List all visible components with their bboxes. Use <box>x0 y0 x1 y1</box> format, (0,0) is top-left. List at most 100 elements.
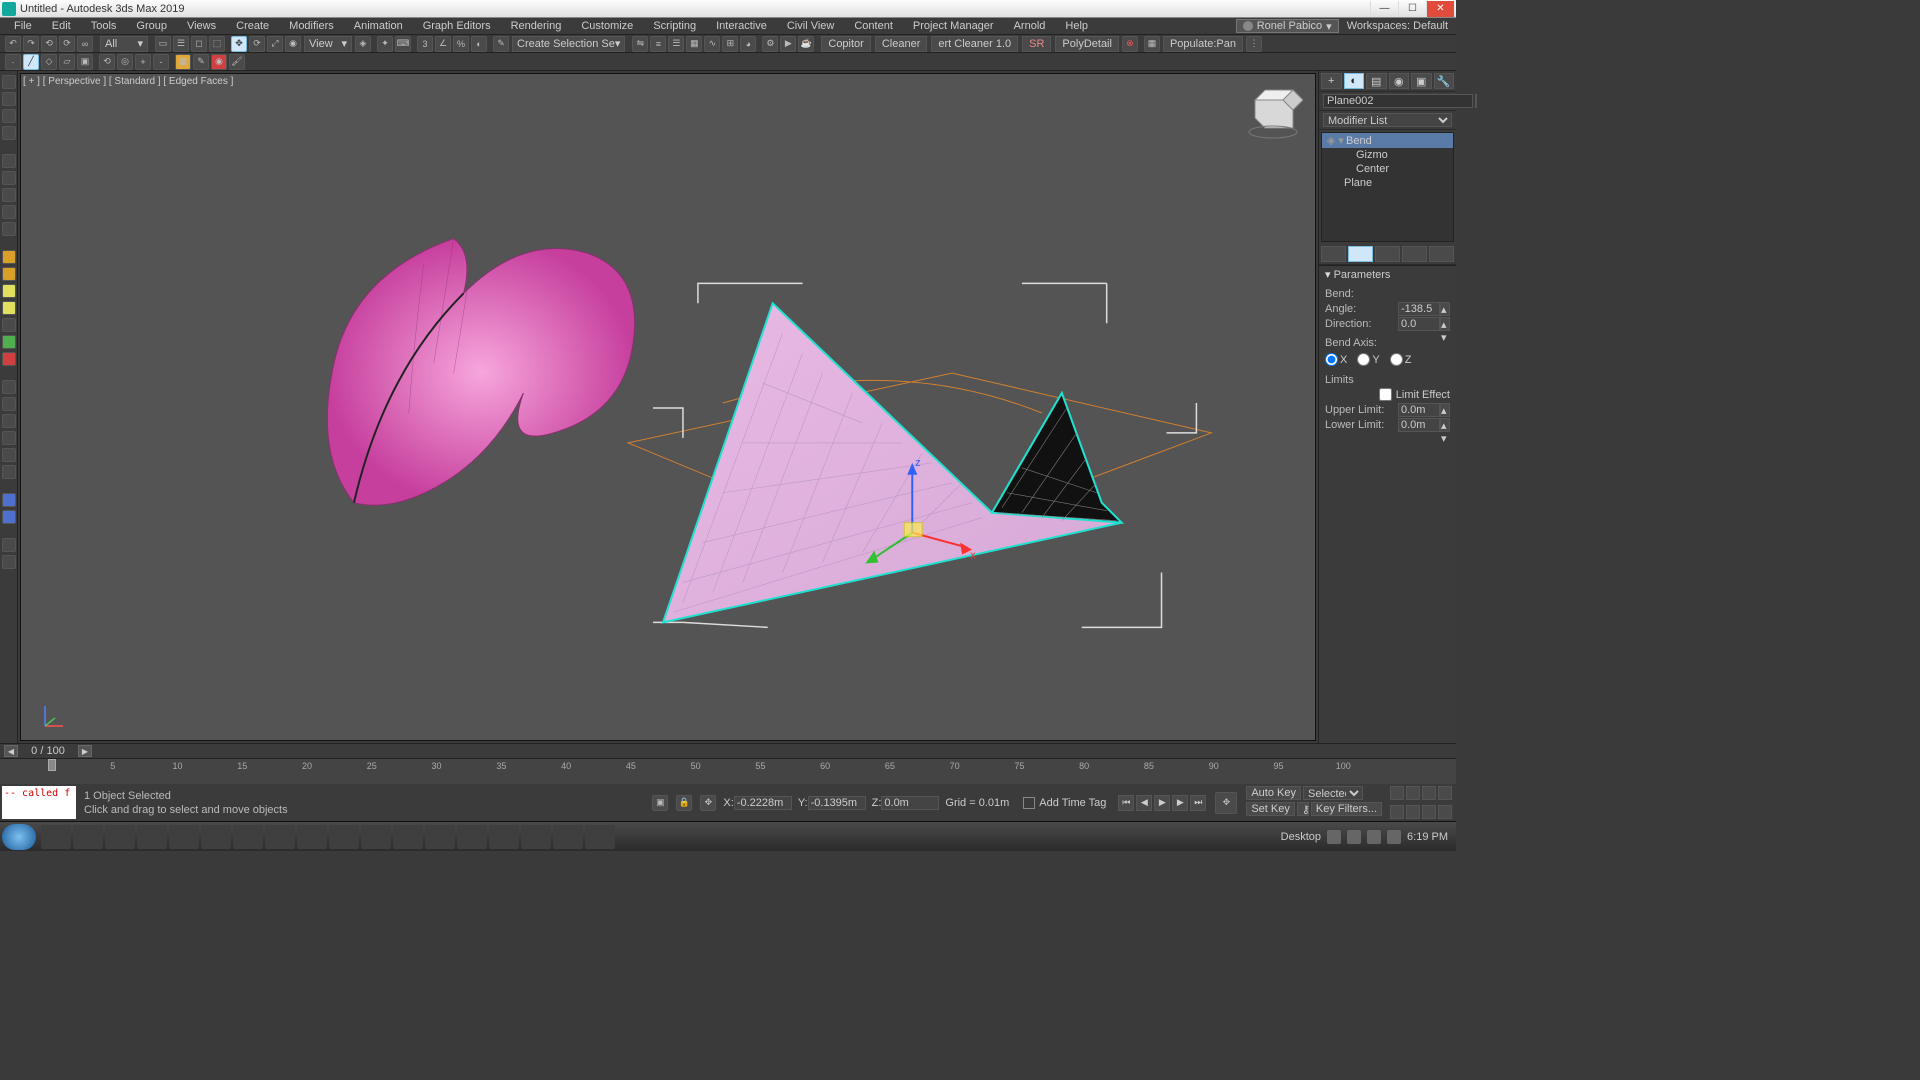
taskbar-app-7[interactable] <box>233 825 263 849</box>
menu-content[interactable]: Content <box>844 18 903 34</box>
fov-button[interactable] <box>1422 805 1436 819</box>
object-name-field[interactable] <box>1323 94 1473 108</box>
poly-element-button[interactable]: ▣ <box>77 54 93 70</box>
material-editor-button[interactable]: ◕ <box>740 36 756 52</box>
poly-edge-button[interactable]: ╱ <box>23 54 39 70</box>
shrink-button[interactable]: - <box>153 54 169 70</box>
populate-icon[interactable]: ▦ <box>1144 36 1160 52</box>
set-key-button[interactable]: Set Key <box>1246 802 1295 816</box>
angle-field[interactable] <box>1398 302 1440 316</box>
manipulate-button[interactable]: ✦ <box>377 36 393 52</box>
taskbar-app-18[interactable] <box>585 825 615 849</box>
selection-button[interactable]: ◉ <box>211 54 227 70</box>
pivot-center-button[interactable]: ◈ <box>355 36 371 52</box>
upper-limit-field[interactable] <box>1398 403 1440 417</box>
desktop-label[interactable]: Desktop <box>1281 831 1321 843</box>
redo-button[interactable]: ↷ <box>23 36 39 52</box>
left-btn-ngon[interactable] <box>2 448 16 462</box>
x-coord-field[interactable] <box>734 796 792 810</box>
left-btn-camera[interactable] <box>2 538 16 552</box>
taskbar-app-17[interactable] <box>553 825 583 849</box>
script-sr[interactable]: SR <box>1022 36 1051 52</box>
percent-snap-button[interactable]: % <box>453 36 469 52</box>
left-btn-sphere[interactable] <box>2 250 16 264</box>
upper-limit-spinner[interactable]: ▴▾ <box>1440 403 1450 417</box>
tab-utilities[interactable]: 🔧 <box>1434 73 1455 89</box>
lower-limit-field[interactable] <box>1398 418 1440 432</box>
timeline-next-button[interactable]: ▶ <box>78 745 92 757</box>
taskbar-app-13[interactable] <box>425 825 455 849</box>
left-btn-2[interactable] <box>2 92 16 106</box>
modifier-stack-item-bend[interactable]: ◈▾Bend <box>1322 133 1453 148</box>
select-object-button[interactable]: ▭ <box>155 36 171 52</box>
prev-frame-button[interactable]: ◀ <box>1136 795 1152 811</box>
loop-button[interactable]: ⟲ <box>99 54 115 70</box>
zoom-extents-all-button[interactable] <box>1438 786 1452 800</box>
key-selection-dropdown[interactable]: Selected <box>1303 786 1363 800</box>
minimize-button[interactable]: — <box>1370 1 1398 17</box>
render-setup-button[interactable]: ⚙ <box>762 36 778 52</box>
menu-edit[interactable]: Edit <box>42 18 81 34</box>
render-frame-button[interactable]: ▶ <box>780 36 796 52</box>
auto-key-button[interactable]: Auto Key <box>1246 786 1301 800</box>
modifier-list-dropdown[interactable]: Modifier List <box>1323 113 1452 127</box>
tray-icon-2[interactable] <box>1347 830 1361 844</box>
left-btn-9[interactable] <box>2 222 16 236</box>
left-btn-text[interactable] <box>2 465 16 479</box>
snap-toggle-button[interactable]: 3 <box>417 36 433 52</box>
left-btn-6[interactable] <box>2 171 16 185</box>
left-btn-line[interactable] <box>2 380 16 394</box>
menu-file[interactable]: File <box>4 18 42 34</box>
populate-extra-icon[interactable]: ⋮ <box>1246 36 1262 52</box>
timeline-prev-button[interactable]: ◀ <box>4 745 18 757</box>
left-btn-light2[interactable] <box>2 510 16 524</box>
menu-customize[interactable]: Customize <box>571 18 643 34</box>
maximize-button[interactable]: ☐ <box>1398 1 1426 17</box>
render-button[interactable]: ☕ <box>798 36 814 52</box>
taskbar-app-8[interactable] <box>265 825 295 849</box>
tray-icon-4[interactable] <box>1387 830 1401 844</box>
edit-named-sel-button[interactable]: ✎ <box>493 36 509 52</box>
menu-rendering[interactable]: Rendering <box>501 18 572 34</box>
modifier-stack-item-plane[interactable]: Plane <box>1322 176 1453 190</box>
select-move-button[interactable]: ✥ <box>231 36 247 52</box>
named-selection-dropdown[interactable]: Create Selection Se▾ <box>512 36 625 52</box>
make-unique-button[interactable] <box>1375 246 1400 262</box>
menu-scripting[interactable]: Scripting <box>643 18 706 34</box>
tab-motion[interactable]: ◉ <box>1389 73 1410 89</box>
align-button[interactable]: ≡ <box>650 36 666 52</box>
menu-animation[interactable]: Animation <box>344 18 413 34</box>
select-place-button[interactable]: ◉ <box>285 36 301 52</box>
timeline-ruler[interactable]: 5101520253035404550556065707580859095100 <box>0 758 1456 784</box>
script-ert-cleaner[interactable]: ert Cleaner 1.0 <box>931 36 1018 52</box>
zoom-extents-button[interactable] <box>1422 786 1436 800</box>
left-btn-8[interactable] <box>2 205 16 219</box>
left-btn-cone[interactable] <box>2 335 16 349</box>
bind-button[interactable]: ∞ <box>77 36 93 52</box>
taskbar-app-5[interactable] <box>169 825 199 849</box>
tab-hierarchy[interactable]: ▤ <box>1366 73 1387 89</box>
rollout-header[interactable]: ▾ Parameters <box>1319 266 1456 283</box>
curve-editor-button[interactable]: ∿ <box>704 36 720 52</box>
tray-icon-3[interactable] <box>1367 830 1381 844</box>
left-btn-circle[interactable] <box>2 414 16 428</box>
menu-modifiers[interactable]: Modifiers <box>279 18 344 34</box>
script-polydetail[interactable]: PolyDetail <box>1055 36 1119 52</box>
script-populate[interactable]: Populate:Pan <box>1163 36 1243 52</box>
taskbar-app-16[interactable] <box>521 825 551 849</box>
taskbar-app-4[interactable] <box>137 825 167 849</box>
poly-vertex-button[interactable]: · <box>5 54 21 70</box>
taskbar-app-2[interactable] <box>73 825 103 849</box>
zoom-all-button[interactable] <box>1406 786 1420 800</box>
y-coord-field[interactable] <box>808 796 866 810</box>
ref-coord-dropdown[interactable]: View▾ <box>304 36 352 52</box>
left-btn-rectangle[interactable] <box>2 397 16 411</box>
time-tag-icon[interactable] <box>1023 797 1035 809</box>
menu-help[interactable]: Help <box>1055 18 1098 34</box>
rectangle-region-button[interactable]: ◻ <box>191 36 207 52</box>
orbit-button[interactable] <box>1406 805 1420 819</box>
configure-sets-button[interactable] <box>1429 246 1454 262</box>
key-mode-toggle[interactable]: ✥ <box>1215 792 1237 814</box>
pin-stack-button[interactable] <box>1321 246 1346 262</box>
grow-button[interactable]: + <box>135 54 151 70</box>
